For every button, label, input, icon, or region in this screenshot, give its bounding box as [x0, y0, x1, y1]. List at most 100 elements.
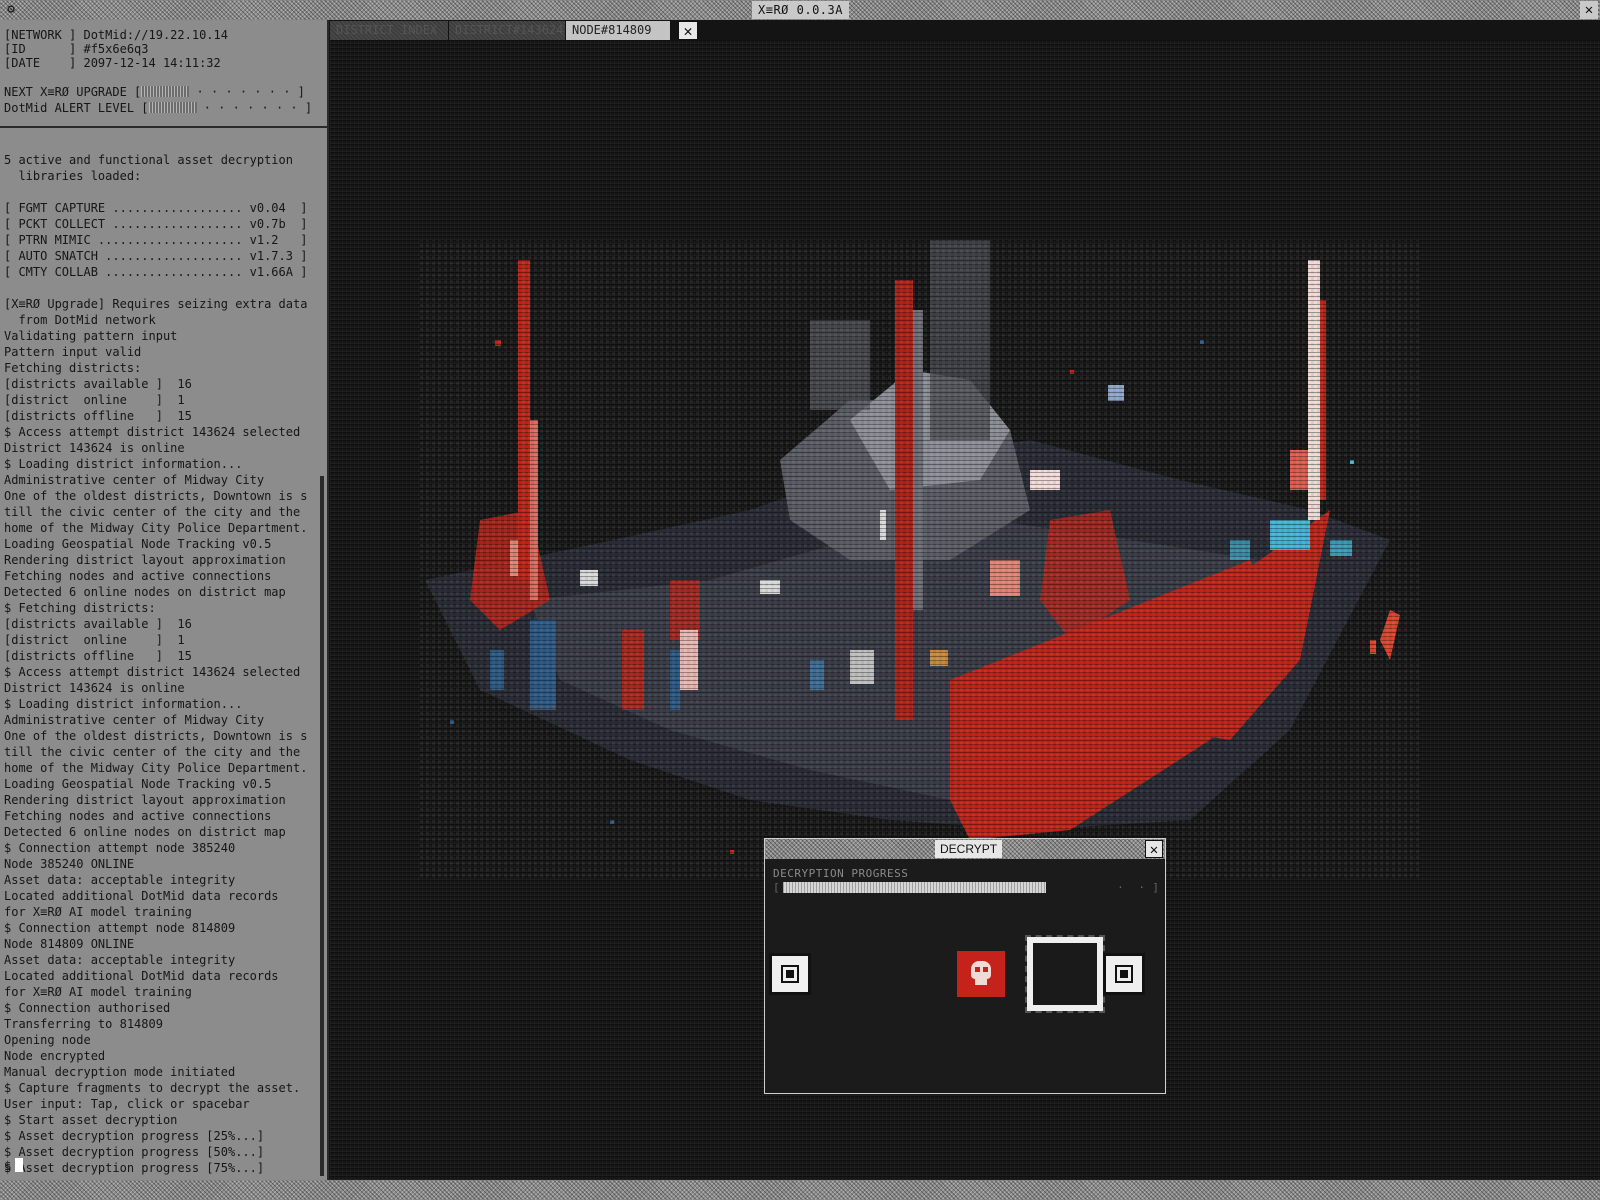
dialog-titlebar: DECRYPT ✕: [765, 839, 1165, 859]
log-line: from DotMid network: [4, 313, 156, 327]
log-line: User input: Tap, click or spacebar: [4, 1097, 250, 1111]
log-line: Manual decryption mode initiated: [4, 1065, 236, 1079]
alert-meter: DotMid ALERT LEVEL [ · · · · · · · ]: [4, 100, 312, 116]
alert-label: DotMid ALERT LEVEL [: [4, 101, 149, 115]
progress-dots: · ·: [1117, 881, 1149, 894]
fragment-chip-icon[interactable]: [767, 951, 813, 997]
close-icon[interactable]: ✕: [1145, 840, 1163, 858]
app-title: X≡RØ 0.0.3A: [752, 1, 849, 19]
log-line: $ Access attempt district 143624 selecte…: [4, 425, 301, 439]
date-readout: [DATE ] 2097-12-14 14:11:32: [4, 56, 221, 70]
prompt-symbol: $: [4, 1159, 12, 1173]
log-line: [ AUTO SNATCH ................... v1.7.3…: [4, 249, 308, 263]
log-line: for X≡RØ AI model training: [4, 905, 192, 919]
status-panel: [NETWORK ] DotMid://19.22.10.14 [ID ] #f…: [0, 20, 327, 128]
log-line: [districts offline ] 15: [4, 649, 192, 663]
log-line: Fetching nodes and active connections: [4, 569, 272, 583]
log-line: $ Loading district information...: [4, 457, 243, 471]
log-line: 5 active and functional asset decryption: [4, 153, 293, 167]
log-line: Asset data: acceptable integrity: [4, 953, 236, 967]
skull-icon[interactable]: [957, 951, 1005, 997]
log-line: Located additional DotMid data records: [4, 969, 279, 983]
log-line: [ PCKT COLLECT .................. v0.7b …: [4, 217, 308, 231]
log-line: Opening node: [4, 1033, 91, 1047]
log-line: Validating pattern input: [4, 329, 178, 343]
progress-label: DECRYPTION PROGRESS: [773, 867, 909, 880]
log-line: [ PTRN MIMIC .................... v1.2 ]: [4, 233, 308, 247]
log-line: Pattern input valid: [4, 345, 142, 359]
log-line: home of the Midway City Police Departmen…: [4, 521, 308, 535]
log-line: $ Asset decryption progress [75%...]: [4, 1161, 265, 1175]
log-line: Loading Geospatial Node Tracking v0.5: [4, 777, 272, 791]
log-line: Rendering district layout approximation: [4, 553, 286, 567]
log-line: One of the oldest districts, Downtown is…: [4, 489, 308, 503]
log-lines: 5 active and functional asset decryption…: [4, 152, 316, 1176]
gear-icon[interactable]: ⚙: [3, 1, 19, 19]
bottom-statusbar: [0, 1180, 1600, 1200]
progress-bracket-right: ]: [1152, 881, 1159, 894]
alert-bar: [148, 102, 197, 113]
alert-dots: · · · · · · · ]: [196, 101, 313, 115]
log-line: till the civic center of the city and th…: [4, 505, 301, 519]
log-line: Node encrypted: [4, 1049, 106, 1063]
log-line: [district online ] 1: [4, 633, 185, 647]
log-line: Fetching districts:: [4, 361, 142, 375]
tab-district-index[interactable]: DISTRICT INDEX: [330, 21, 449, 40]
log-line: till the civic center of the city and th…: [4, 745, 301, 759]
log-line: District 143624 is online: [4, 441, 185, 455]
progress-bracket-left: [: [773, 881, 780, 894]
tab-district-143624[interactable]: DISTRICT#143624: [449, 21, 566, 40]
log-line: [districts available ] 16: [4, 377, 192, 391]
log-line: [ CMTY COLLAB ................... v1.66A…: [4, 265, 308, 279]
log-line: [districts available ] 16: [4, 617, 192, 631]
log-line: Administrative center of Midway City: [4, 473, 265, 487]
log-line: Node 385240 ONLINE: [4, 857, 135, 871]
close-icon[interactable]: ✕: [1580, 1, 1598, 19]
log-line: [X≡RØ Upgrade] Requires seizing extra da…: [4, 297, 308, 311]
dither-overlay: [420, 240, 1420, 880]
log-line: $ Connection attempt node 385240: [4, 841, 236, 855]
log-line: District 143624 is online: [4, 681, 185, 695]
tab-node-814809[interactable]: NODE#814809: [566, 21, 671, 40]
log-line: Node 814809 ONLINE: [4, 937, 135, 951]
log-line: $ Connection authorised: [4, 1001, 171, 1015]
log-line: One of the oldest districts, Downtown is…: [4, 729, 308, 743]
upgrade-bar: [141, 86, 190, 97]
terminal-log[interactable]: 5 active and functional asset decryption…: [0, 128, 318, 1178]
log-line: [ FGMT CAPTURE .................. v0.04 …: [4, 201, 308, 215]
close-icon[interactable]: ✕: [678, 21, 698, 40]
dialog-title: DECRYPT: [935, 840, 1003, 858]
log-line: Located additional DotMid data records: [4, 889, 279, 903]
log-line: Administrative center of Midway City: [4, 713, 265, 727]
upgrade-meter: NEXT X≡RØ UPGRADE [ · · · · · · · ]: [4, 84, 305, 100]
log-line: [districts offline ] 15: [4, 409, 192, 423]
log-line: home of the Midway City Police Departmen…: [4, 761, 308, 775]
log-line: Detected 6 online nodes on district map: [4, 825, 286, 839]
log-line: Rendering district layout approximation: [4, 793, 286, 807]
progress-track: [ · · ]: [773, 881, 1159, 895]
upgrade-dots: · · · · · · · ]: [189, 85, 305, 99]
log-line: Loading Geospatial Node Tracking v0.5: [4, 537, 272, 551]
log-line: $ Asset decryption progress [50%...]: [4, 1145, 265, 1159]
log-line: $ Asset decryption progress [25%...]: [4, 1129, 265, 1143]
log-line: Fetching nodes and active connections: [4, 809, 272, 823]
log-line: $ Access attempt district 143624 selecte…: [4, 665, 301, 679]
decrypt-dialog: DECRYPT ✕ DECRYPTION PROGRESS [ · · ]: [764, 838, 1166, 1094]
log-line: $ Start asset decryption: [4, 1113, 178, 1127]
terminal-prompt[interactable]: $: [4, 1158, 24, 1174]
log-line: Asset data: acceptable integrity: [4, 873, 236, 887]
decrypt-game-area[interactable]: [765, 909, 1165, 1093]
log-scrollbar[interactable]: [320, 476, 324, 1176]
log-line: for X≡RØ AI model training: [4, 985, 192, 999]
terminal-sidebar: [NETWORK ] DotMid://19.22.10.14 [ID ] #f…: [0, 20, 329, 1180]
log-line: $ Loading district information...: [4, 697, 243, 711]
log-line: $ Connection attempt node 814809: [4, 921, 236, 935]
upgrade-label: NEXT X≡RØ UPGRADE [: [4, 85, 142, 99]
fragment-chip-icon[interactable]: [1101, 951, 1147, 997]
progress-bar: [783, 882, 1046, 893]
log-line: Transferring to 814809: [4, 1017, 163, 1031]
capture-target[interactable]: [1025, 935, 1105, 1013]
app-titlebar: ⚙ X≡RØ 0.0.3A ✕: [0, 0, 1600, 20]
